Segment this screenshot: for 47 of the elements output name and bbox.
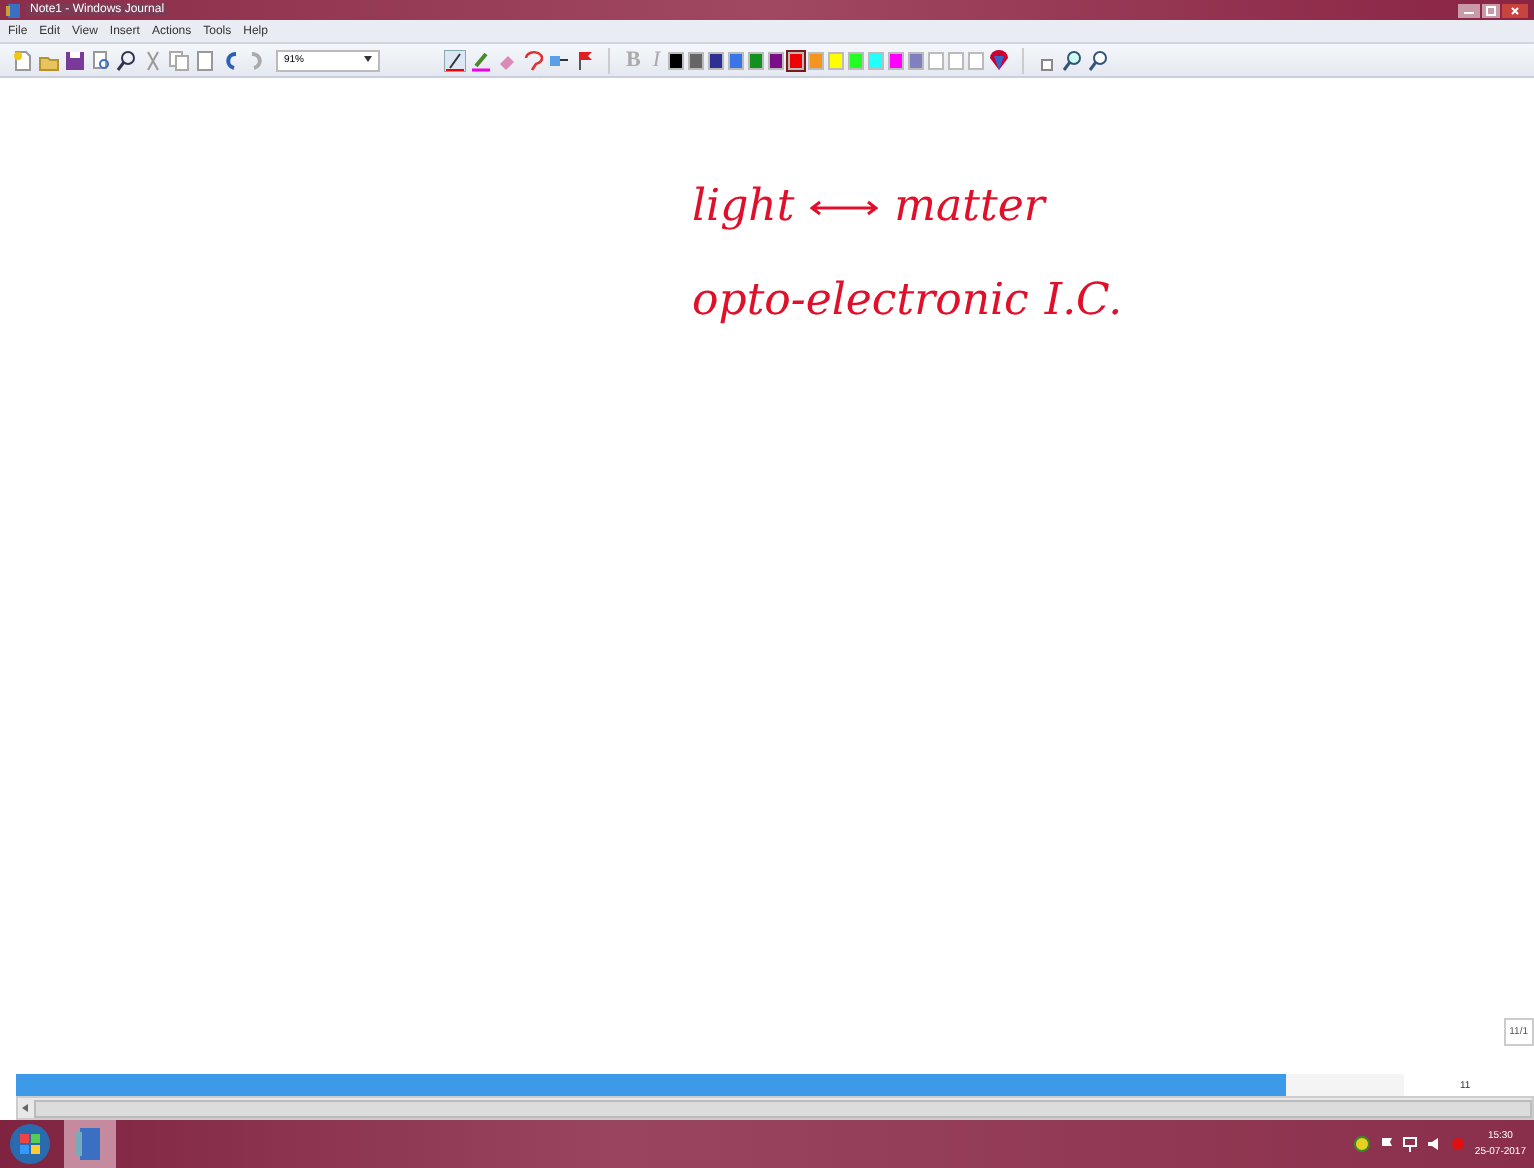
color-swatch[interactable]: [888, 51, 905, 69]
close-button[interactable]: [1502, 3, 1528, 17]
handwritten-text: light: [692, 182, 795, 232]
zoom-out-icon[interactable]: [1088, 49, 1111, 71]
color-swatch[interactable]: [788, 51, 805, 69]
start-button[interactable]: [8, 1122, 52, 1166]
double-arrow-icon: [810, 197, 879, 217]
lasso-icon[interactable]: [522, 49, 544, 71]
color-swatch[interactable]: [968, 51, 985, 69]
handwritten-text: I.C.: [1044, 276, 1123, 326]
speaker-icon[interactable]: [1426, 1136, 1443, 1152]
print-preview-icon[interactable]: [90, 49, 112, 71]
handwritten-text: matter: [894, 182, 1045, 232]
undo-icon[interactable]: [220, 49, 242, 71]
color-swatch[interactable]: [768, 51, 785, 69]
color-swatch[interactable]: [688, 51, 705, 69]
search-icon[interactable]: [116, 49, 138, 71]
pen-icon[interactable]: [444, 49, 466, 71]
network-icon[interactable]: [1402, 1136, 1419, 1152]
zoom-in-icon[interactable]: [1062, 49, 1085, 71]
new-page-icon[interactable]: [12, 49, 34, 71]
color-swatch[interactable]: [948, 51, 965, 69]
color-swatch[interactable]: [928, 51, 945, 69]
color-swatch[interactable]: [748, 51, 765, 69]
copy-icon[interactable]: [168, 49, 190, 71]
color-swatch[interactable]: [908, 51, 925, 69]
color-swatch[interactable]: [708, 51, 725, 69]
flag-icon[interactable]: [574, 49, 596, 71]
caret-icon: [364, 55, 372, 65]
minimize-button[interactable]: [1458, 3, 1480, 17]
color-swatch[interactable]: [808, 51, 825, 69]
color-swatch[interactable]: [828, 51, 845, 69]
color-swatch[interactable]: [868, 51, 885, 69]
globe-icon[interactable]: [1354, 1136, 1371, 1152]
flag-icon[interactable]: [1378, 1136, 1395, 1152]
highlighter-icon[interactable]: [470, 49, 492, 71]
color-swatch[interactable]: [668, 51, 685, 69]
color-wheel-icon[interactable]: [988, 49, 1011, 71]
handwritten-text: opto-electronic: [692, 276, 1029, 326]
maximize-button[interactable]: [1482, 3, 1500, 17]
notebook-icon[interactable]: [6, 3, 20, 17]
color-swatch[interactable]: [848, 51, 865, 69]
scroll-left-icon[interactable]: [18, 1100, 34, 1116]
scrollbar-thumb[interactable]: [34, 1099, 1532, 1117]
save-icon[interactable]: [64, 49, 86, 71]
paste-icon[interactable]: [194, 49, 216, 71]
color-swatch[interactable]: [728, 51, 745, 69]
